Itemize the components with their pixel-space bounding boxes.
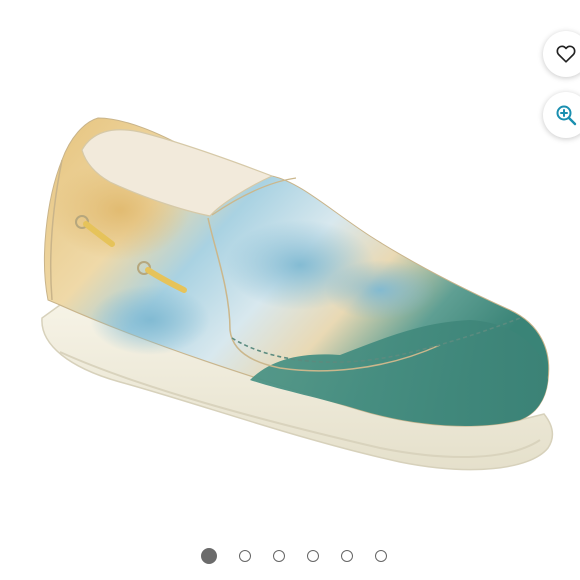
heart-outline-icon <box>556 45 576 63</box>
carousel-dot-1[interactable] <box>201 548 217 564</box>
product-gallery <box>0 0 580 580</box>
carousel-dot-5[interactable] <box>341 550 353 562</box>
product-photo <box>41 117 554 471</box>
carousel-pagination <box>0 546 580 566</box>
carousel-dot-3[interactable] <box>273 550 285 562</box>
carousel-dot-6[interactable] <box>375 550 387 562</box>
zoom-in-icon <box>556 105 577 126</box>
carousel-dot-2[interactable] <box>239 550 251 562</box>
carousel-dot-4[interactable] <box>307 550 319 562</box>
